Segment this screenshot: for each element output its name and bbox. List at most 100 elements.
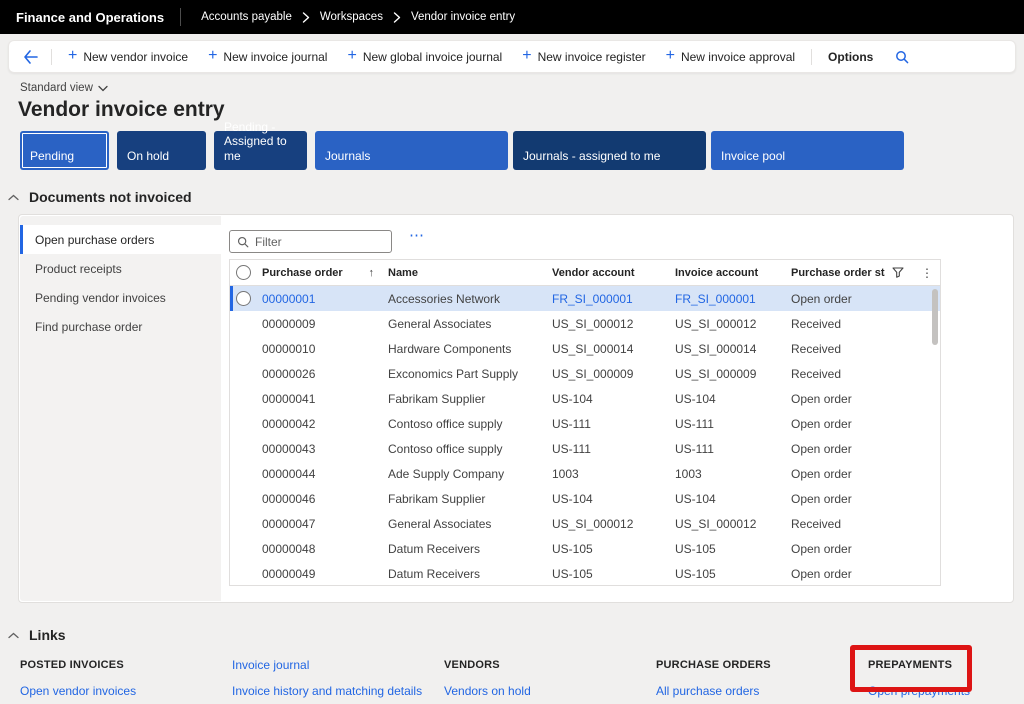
link-open-vendor-invoices[interactable]: Open vendor invoices xyxy=(20,678,225,704)
link-invoice-journal[interactable]: Invoice journal xyxy=(232,652,437,678)
table-row[interactable]: 00000046Fabrikam SupplierUS-104US-104Ope… xyxy=(230,486,940,511)
row-select-checkbox[interactable] xyxy=(230,361,256,386)
table-row[interactable]: 00000043Contoso office supplyUS-111US-11… xyxy=(230,436,940,461)
grid-kebab-menu[interactable]: ⋮ xyxy=(914,266,940,280)
table-row[interactable]: 00000010Hardware ComponentsUS_SI_000014U… xyxy=(230,336,940,361)
tab-open-purchase-orders[interactable]: Open purchase orders xyxy=(20,225,221,254)
action-toolbar: +New vendor invoice+New invoice journal+… xyxy=(8,40,1016,73)
plus-icon: + xyxy=(347,48,356,64)
column-header-vendor-account[interactable]: Vendor account xyxy=(546,267,669,279)
documents-section-header[interactable]: Documents not invoiced xyxy=(8,189,192,205)
link-invoice-history-and-matching-details[interactable]: Invoice history and matching details xyxy=(232,678,437,704)
select-all-checkbox[interactable] xyxy=(230,260,256,285)
filter-input[interactable]: Filter xyxy=(229,230,392,253)
row-select-checkbox[interactable] xyxy=(230,311,256,336)
table-row[interactable]: 00000047General AssociatesUS_SI_000012US… xyxy=(230,511,940,536)
tile-pending[interactable]: Pending xyxy=(20,131,109,170)
tile-label: On hold xyxy=(127,149,169,163)
table-row[interactable]: 00000044Ade Supply Company10031003Open o… xyxy=(230,461,940,486)
cell-invoice-account[interactable]: FR_SI_000001 xyxy=(669,292,785,306)
row-select-checkbox[interactable] xyxy=(230,536,256,561)
links-section-header[interactable]: Links xyxy=(8,627,66,643)
breadcrumb-chevron-icon xyxy=(302,12,310,23)
row-select-checkbox[interactable] xyxy=(230,386,256,411)
tile-invoice-pool[interactable]: Invoice pool xyxy=(711,131,904,170)
breadcrumb-chevron-icon xyxy=(393,12,401,23)
row-select-checkbox[interactable] xyxy=(230,486,256,511)
links-column-prepayments: PREPAYMENTSOpen prepayments xyxy=(868,652,1024,704)
tile-label: Pending xyxy=(30,149,74,163)
more-options-button[interactable]: ⋯ xyxy=(409,226,426,244)
breadcrumb-item-accounts-payable[interactable]: Accounts payable xyxy=(201,11,292,23)
grid-header-row: Purchase order ↑ Name Vendor account Inv… xyxy=(230,260,940,286)
table-row[interactable]: 00000041Fabrikam SupplierUS-104US-104Ope… xyxy=(230,386,940,411)
column-header-name[interactable]: Name xyxy=(382,267,546,279)
column-header-purchase-order-status[interactable]: Purchase order status xyxy=(785,267,885,279)
new-vendor-invoice-button[interactable]: +New vendor invoice xyxy=(58,44,198,70)
table-row[interactable]: 00000042Contoso office supplyUS-111US-11… xyxy=(230,411,940,436)
tile-journals-assigned-to-me[interactable]: Journals - assigned to me xyxy=(513,131,706,170)
cell-vendor-account: US-111 xyxy=(546,442,669,456)
table-row[interactable]: 00000049Datum ReceiversUS-105US-105Open … xyxy=(230,561,940,586)
cell-purchase-order-status: Received xyxy=(785,367,885,381)
cell-name: General Associates xyxy=(382,517,546,531)
new-global-invoice-journal-button[interactable]: + New global invoice journal xyxy=(337,44,512,70)
cell-name: Hardware Components xyxy=(382,342,546,356)
cell-purchase-order[interactable]: 00000001 xyxy=(256,292,382,306)
vertical-scrollbar[interactable] xyxy=(932,289,938,345)
new-invoice-approval-button[interactable]: +New invoice approval xyxy=(656,44,805,70)
row-select-checkbox[interactable] xyxy=(230,436,256,461)
tab-product-receipts[interactable]: Product receipts xyxy=(20,254,221,283)
back-button[interactable] xyxy=(17,45,45,69)
links-column-purchase-orders: PURCHASE ORDERSAll purchase orders xyxy=(656,652,861,704)
app-title[interactable]: Finance and Operations xyxy=(0,10,180,25)
cell-purchase-order: 00000010 xyxy=(256,342,382,356)
table-row[interactable]: 00000026Exconomics Part SupplyUS_SI_0000… xyxy=(230,361,940,386)
filter-funnel-icon[interactable] xyxy=(885,267,911,278)
cell-purchase-order-status: Received xyxy=(785,342,885,356)
options-button[interactable]: Options xyxy=(818,44,883,70)
row-select-checkbox[interactable] xyxy=(230,461,256,486)
cell-vendor-account: US-104 xyxy=(546,492,669,506)
cell-purchase-order: 00000041 xyxy=(256,392,382,406)
link-vendors-on-hold[interactable]: Vendors on hold xyxy=(444,678,649,704)
vendor-invoice-entry-workspace: Finance and Operations Accounts payable W… xyxy=(0,0,1024,704)
column-header-purchase-order[interactable]: Purchase order ↑ xyxy=(256,267,382,279)
link-open-prepayments[interactable]: Open prepayments xyxy=(868,678,1024,704)
button-label: New invoice register xyxy=(538,50,646,64)
new-invoice-journal-button[interactable]: +New invoice journal xyxy=(198,44,337,70)
cell-purchase-order: 00000044 xyxy=(256,467,382,481)
breadcrumb-item-workspaces[interactable]: Workspaces xyxy=(320,11,383,23)
cell-invoice-account: US-105 xyxy=(669,542,785,556)
table-row[interactable]: 00000009General AssociatesUS_SI_000012US… xyxy=(230,311,940,336)
button-label: New global invoice journal xyxy=(363,50,502,64)
radio-circle xyxy=(236,291,251,306)
cell-invoice-account: US-111 xyxy=(669,417,785,431)
button-label: New vendor invoice xyxy=(83,50,188,64)
tab-pending-vendor-invoices[interactable]: Pending vendor invoices xyxy=(20,283,221,312)
tile-journals[interactable]: Journals xyxy=(315,131,508,170)
cell-vendor-account[interactable]: FR_SI_000001 xyxy=(546,292,669,306)
link-all-purchase-orders[interactable]: All purchase orders xyxy=(656,678,861,704)
cell-purchase-order-status: Open order xyxy=(785,417,885,431)
row-select-checkbox[interactable] xyxy=(230,411,256,436)
tile-on-hold[interactable]: On hold xyxy=(117,131,206,170)
new-invoice-register-button[interactable]: + New invoice register xyxy=(512,44,655,70)
links-column: Invoice journalInvoice history and match… xyxy=(232,652,437,704)
table-row[interactable]: 00000001Accessories NetworkFR_SI_000001F… xyxy=(230,286,940,311)
toolbar-search-button[interactable] xyxy=(887,45,917,69)
table-row[interactable]: 00000048Datum ReceiversUS-105US-105Open … xyxy=(230,536,940,561)
tab-find-purchase-order[interactable]: Find purchase order xyxy=(20,312,221,341)
row-select-checkbox[interactable] xyxy=(230,561,256,586)
row-select-checkbox[interactable] xyxy=(230,511,256,536)
tile-pending-assigned-to-me[interactable]: Pending - Assigned to me xyxy=(214,131,307,170)
column-header-invoice-account[interactable]: Invoice account xyxy=(669,267,785,279)
row-select-checkbox[interactable] xyxy=(230,336,256,361)
tile-label: Pending - Assigned to me xyxy=(224,120,297,163)
breadcrumb-item-vendor-invoice-entry[interactable]: Vendor invoice entry xyxy=(411,11,515,23)
cell-vendor-account: US_SI_000009 xyxy=(546,367,669,381)
view-selector[interactable]: Standard view xyxy=(20,82,108,94)
plus-icon: + xyxy=(522,48,531,64)
cell-name: Fabrikam Supplier xyxy=(382,392,546,406)
row-select-checkbox[interactable] xyxy=(230,286,256,311)
